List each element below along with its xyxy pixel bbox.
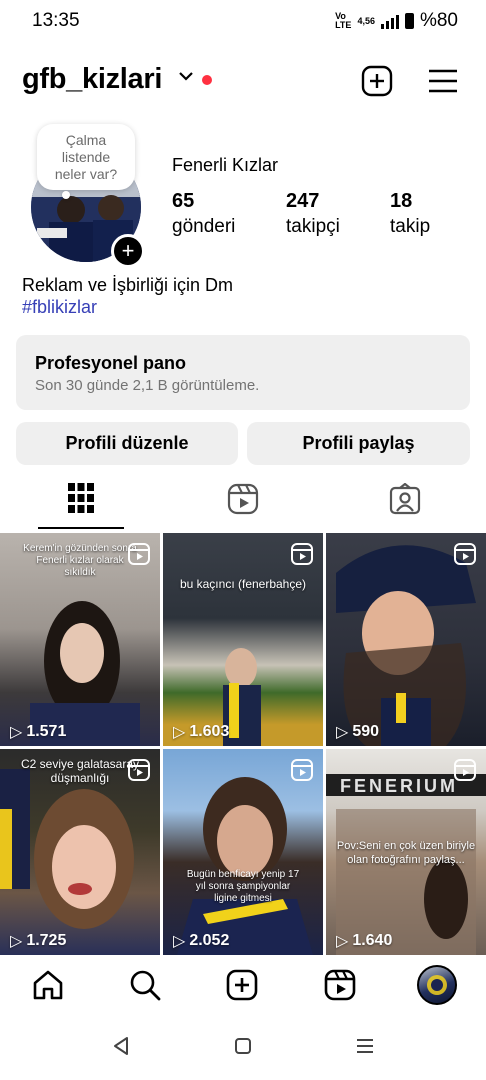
edit-profile-button[interactable]: Profili düzenle (16, 422, 238, 465)
view-count-value: 590 (352, 723, 380, 740)
posts-label[interactable]: gönderi (172, 216, 235, 238)
play-icon: ▷ (10, 933, 23, 950)
profile-full-name: Fenerli Kızlar (172, 155, 279, 175)
reel-indicator-icon (454, 759, 476, 781)
reel-indicator-icon (291, 759, 313, 781)
posts-count[interactable]: 65 (172, 190, 194, 213)
view-count-value: 1.640 (352, 932, 393, 949)
following-count[interactable]: 18 (390, 190, 412, 213)
note-line: Çalma (65, 132, 107, 148)
view-count: ▷ 1.571 (10, 722, 66, 742)
menu-icon[interactable] (428, 68, 458, 94)
svg-text:FENERIUM: FENERIUM (340, 776, 458, 796)
create-icon[interactable] (225, 968, 259, 1002)
reel-indicator-icon (128, 543, 150, 565)
back-icon[interactable] (112, 1036, 130, 1056)
add-story-button[interactable]: + (111, 234, 145, 268)
post-caption: bu kaçıncı (fenerbahçe) (179, 577, 307, 591)
volte-icon: Vo LTE (335, 11, 352, 30)
view-count-value: 1.571 (26, 723, 67, 740)
play-icon: ▷ (173, 724, 186, 741)
view-count: ▷ 590 (336, 722, 379, 742)
chevron-down-icon[interactable] (178, 70, 194, 82)
post-caption: Pov:Seni en çok üzen biriyle olan fotoğr… (336, 840, 476, 866)
view-count-value: 2.052 (189, 932, 230, 949)
reel-indicator-icon (291, 543, 313, 565)
grid-post[interactable]: C2 seviye galatasaray düşmanlığı ▷ 1.725 (0, 749, 160, 955)
battery-icon (404, 13, 414, 29)
post-caption: Bugün benficayı yenip 17 yıl sonra şampi… (186, 869, 300, 904)
status-icons: Vo LTE 4,56 %80 (335, 10, 458, 32)
play-icon: ▷ (336, 933, 349, 950)
grid-post[interactable]: bu kaçıncı (fenerbahçe) ▷ 1.603 (163, 533, 323, 746)
home-icon[interactable] (31, 968, 65, 1002)
reel-indicator-icon (128, 759, 150, 781)
grid-post[interactable]: ▷ 590 (326, 533, 486, 746)
signal-icon (380, 13, 399, 29)
status-time: 13:35 (32, 10, 80, 31)
tagged-icon[interactable] (389, 483, 421, 515)
note-line: neler var? (54, 166, 118, 182)
profile-avatar-nav[interactable] (417, 965, 457, 1005)
note-bubble[interactable]: Çalma listende neler var? (37, 124, 135, 190)
search-icon[interactable] (128, 968, 162, 1002)
dashboard-subtitle: Son 30 günde 2,1 B görüntüleme. (35, 377, 260, 394)
recent-apps-icon[interactable] (356, 1036, 374, 1056)
reels-icon[interactable] (227, 483, 259, 515)
view-count: ▷ 1.603 (173, 722, 229, 742)
note-line: listende (61, 149, 111, 165)
reels-nav-icon[interactable] (323, 968, 357, 1002)
followers-label[interactable]: takipçi (286, 216, 340, 238)
play-icon: ▷ (10, 724, 23, 741)
view-count-value: 1.725 (26, 932, 67, 949)
account-username[interactable]: gfb_kizlari (22, 63, 162, 96)
view-count: ▷ 2.052 (173, 931, 229, 951)
view-count-value: 1.603 (189, 723, 230, 740)
bio-text: Reklam ve İşbirliği için Dm (22, 275, 234, 295)
share-profile-button[interactable]: Profili paylaş (247, 422, 470, 465)
battery-level: %80 (419, 10, 458, 31)
grid-post[interactable]: FENERIUM Pov:Seni en çok üzen biriyle ol… (326, 749, 486, 955)
active-tab-indicator (38, 527, 124, 529)
play-icon: ▷ (336, 724, 349, 741)
bio-hashtag-link[interactable]: #fblikizlar (22, 297, 97, 318)
dashboard-title: Profesyonel pano (35, 353, 187, 373)
notification-dot (202, 75, 212, 85)
followers-count[interactable]: 247 (286, 190, 319, 213)
grid-post[interactable]: Bugün benficayı yenip 17 yıl sonra şampi… (163, 749, 323, 955)
view-count: ▷ 1.725 (10, 931, 66, 951)
home-system-icon[interactable] (234, 1036, 252, 1056)
grid-post[interactable]: Kerem'in gözünden sonra Fenerli kızlar o… (0, 533, 160, 746)
grid-icon[interactable] (68, 483, 94, 513)
play-icon: ▷ (173, 933, 186, 950)
avatar-image (427, 975, 447, 995)
create-plus-icon[interactable] (361, 65, 393, 97)
note-bubble-tail (62, 191, 70, 199)
following-label[interactable]: takip (390, 216, 430, 238)
reel-indicator-icon (454, 543, 476, 565)
network-speed: 4,56 (357, 16, 375, 26)
view-count: ▷ 1.640 (336, 931, 392, 951)
